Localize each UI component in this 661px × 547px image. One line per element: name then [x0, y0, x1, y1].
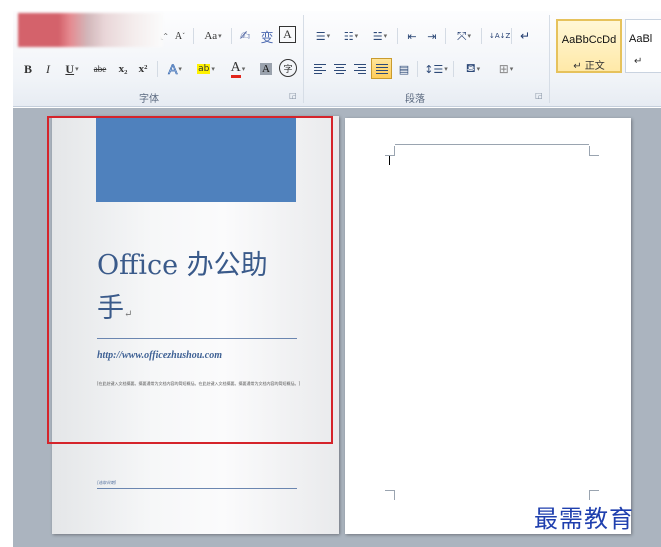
show-hide-marks-button[interactable]: ↵ [517, 27, 533, 45]
separator [511, 28, 512, 44]
increase-indent-button[interactable]: ⇥ [423, 27, 441, 45]
decrease-indent-icon: ⇤ [407, 29, 417, 43]
phonetic-guide-icon: 变 [260, 30, 274, 46]
underline-icon: U [65, 61, 75, 76]
change-case-button[interactable]: Aa [199, 27, 227, 45]
italic-button[interactable]: I [41, 60, 55, 78]
enclose-characters-button[interactable]: 字 [279, 59, 297, 77]
align-center-icon [334, 64, 346, 74]
distributed-button[interactable]: ▤ [395, 60, 413, 78]
strikethrough-icon: abe [93, 64, 107, 74]
align-right-icon [354, 64, 366, 74]
character-shading-icon: A [260, 63, 272, 75]
line-spacing-button[interactable]: ↕☰ [423, 60, 449, 78]
text-cursor [389, 156, 390, 165]
redacted-region [18, 13, 163, 47]
distributed-icon: ▤ [398, 62, 410, 76]
paragraph-dialog-launcher-icon[interactable]: ◲ [535, 91, 543, 100]
align-center-button[interactable] [331, 60, 349, 78]
align-left-icon [314, 64, 326, 74]
paint-bucket-icon: ⛾ [465, 61, 476, 75]
justify-button[interactable] [371, 58, 392, 79]
group-separator [549, 15, 550, 103]
header-boundary [395, 144, 589, 145]
bold-button[interactable]: B [21, 60, 35, 78]
sort-button[interactable]: ↓A↓Z [487, 27, 511, 45]
bullets-icon: ☰ [315, 29, 326, 43]
font-dialog-launcher-icon[interactable]: ◲ [289, 91, 297, 100]
align-left-button[interactable] [311, 60, 329, 78]
shrink-font-icon: A [174, 30, 183, 42]
change-case-icon: Aa [204, 30, 218, 42]
highlight-button[interactable]: ab [193, 60, 219, 78]
enclose-characters-icon: 字 [283, 64, 293, 75]
font-color-icon: A [230, 60, 241, 78]
separator [445, 28, 446, 44]
style-name: ↵ 正文 [573, 61, 605, 72]
increase-indent-icon: ⇥ [427, 29, 437, 43]
clear-formatting-icon: ✍ [239, 28, 251, 44]
font-group-label: 字体 [139, 94, 159, 105]
highlight-selection-rectangle [47, 116, 333, 444]
superscript-icon: x² [138, 63, 148, 75]
separator [157, 61, 158, 77]
numbering-button[interactable]: ☷ [339, 27, 363, 45]
sort-icon: ↓A↓Z [489, 31, 511, 40]
style-sample: AaBbCcDd [561, 34, 617, 46]
subscript-icon: x₂ [118, 63, 128, 75]
style-normal[interactable]: AaBbCcDd ↵ 正文 [556, 19, 622, 73]
text-effects-icon: A [168, 61, 178, 78]
separator [397, 28, 398, 44]
watermark: 最需教育 [534, 505, 634, 533]
bold-icon: B [23, 61, 32, 76]
style-sample: AaBl [629, 33, 653, 45]
italic-icon: I [46, 61, 50, 76]
borders-button[interactable]: ⊞ [493, 60, 519, 78]
shading-button[interactable]: ⛾ [459, 60, 487, 78]
strikethrough-button[interactable]: abe [89, 60, 111, 78]
line-spacing-icon: ↕☰ [424, 62, 444, 76]
separator [417, 61, 418, 77]
superscript-button[interactable]: x² [135, 60, 151, 78]
align-right-button[interactable] [351, 60, 369, 78]
font-color-button[interactable]: A [225, 60, 251, 78]
blank-page[interactable] [345, 118, 631, 534]
paragraph-mark-icon: ↵ [519, 29, 531, 43]
shrink-font-button[interactable]: Aˇ [173, 27, 187, 45]
separator [481, 28, 482, 44]
group-separator [303, 15, 304, 103]
decrease-indent-button[interactable]: ⇤ [403, 27, 421, 45]
chinese-layout-button[interactable]: ⤧ [451, 27, 477, 45]
chinese-layout-icon: ⤧ [456, 28, 467, 43]
justify-icon [375, 63, 388, 74]
separator [231, 28, 232, 44]
document-area: Office 办公助 手↵ http://www.officezhushou.c… [13, 108, 661, 547]
cover-date-placeholder[interactable]: [选取日期] [97, 480, 116, 486]
text-effects-button[interactable]: A [163, 60, 187, 78]
separator [453, 61, 454, 77]
multilevel-list-button[interactable]: ☱ [367, 27, 393, 45]
bullets-button[interactable]: ☰ [311, 27, 335, 45]
crop-mark [589, 146, 599, 156]
multilevel-list-icon: ☱ [372, 29, 383, 43]
crop-mark [385, 490, 395, 500]
clear-formatting-button[interactable]: ✍ [235, 27, 255, 45]
character-shading-button[interactable]: A [258, 60, 274, 78]
phonetic-guide-button[interactable]: 变 [257, 27, 277, 46]
numbering-icon: ☷ [343, 29, 354, 43]
border-grid-icon: ⊞ [498, 62, 509, 76]
cover-bottom-rule [97, 488, 297, 489]
highlight-icon: ab [197, 64, 211, 74]
style-no-spacing[interactable]: AaBl ↵ [625, 19, 661, 73]
style-name: ↵ [634, 56, 643, 67]
character-border-icon: A [283, 27, 292, 41]
underline-button[interactable]: U [61, 60, 83, 78]
paragraph-group-label: 段落 [405, 94, 425, 105]
separator [193, 28, 194, 44]
character-border-button[interactable]: A [279, 26, 296, 43]
crop-mark [385, 146, 395, 156]
subscript-button[interactable]: x₂ [115, 60, 131, 78]
